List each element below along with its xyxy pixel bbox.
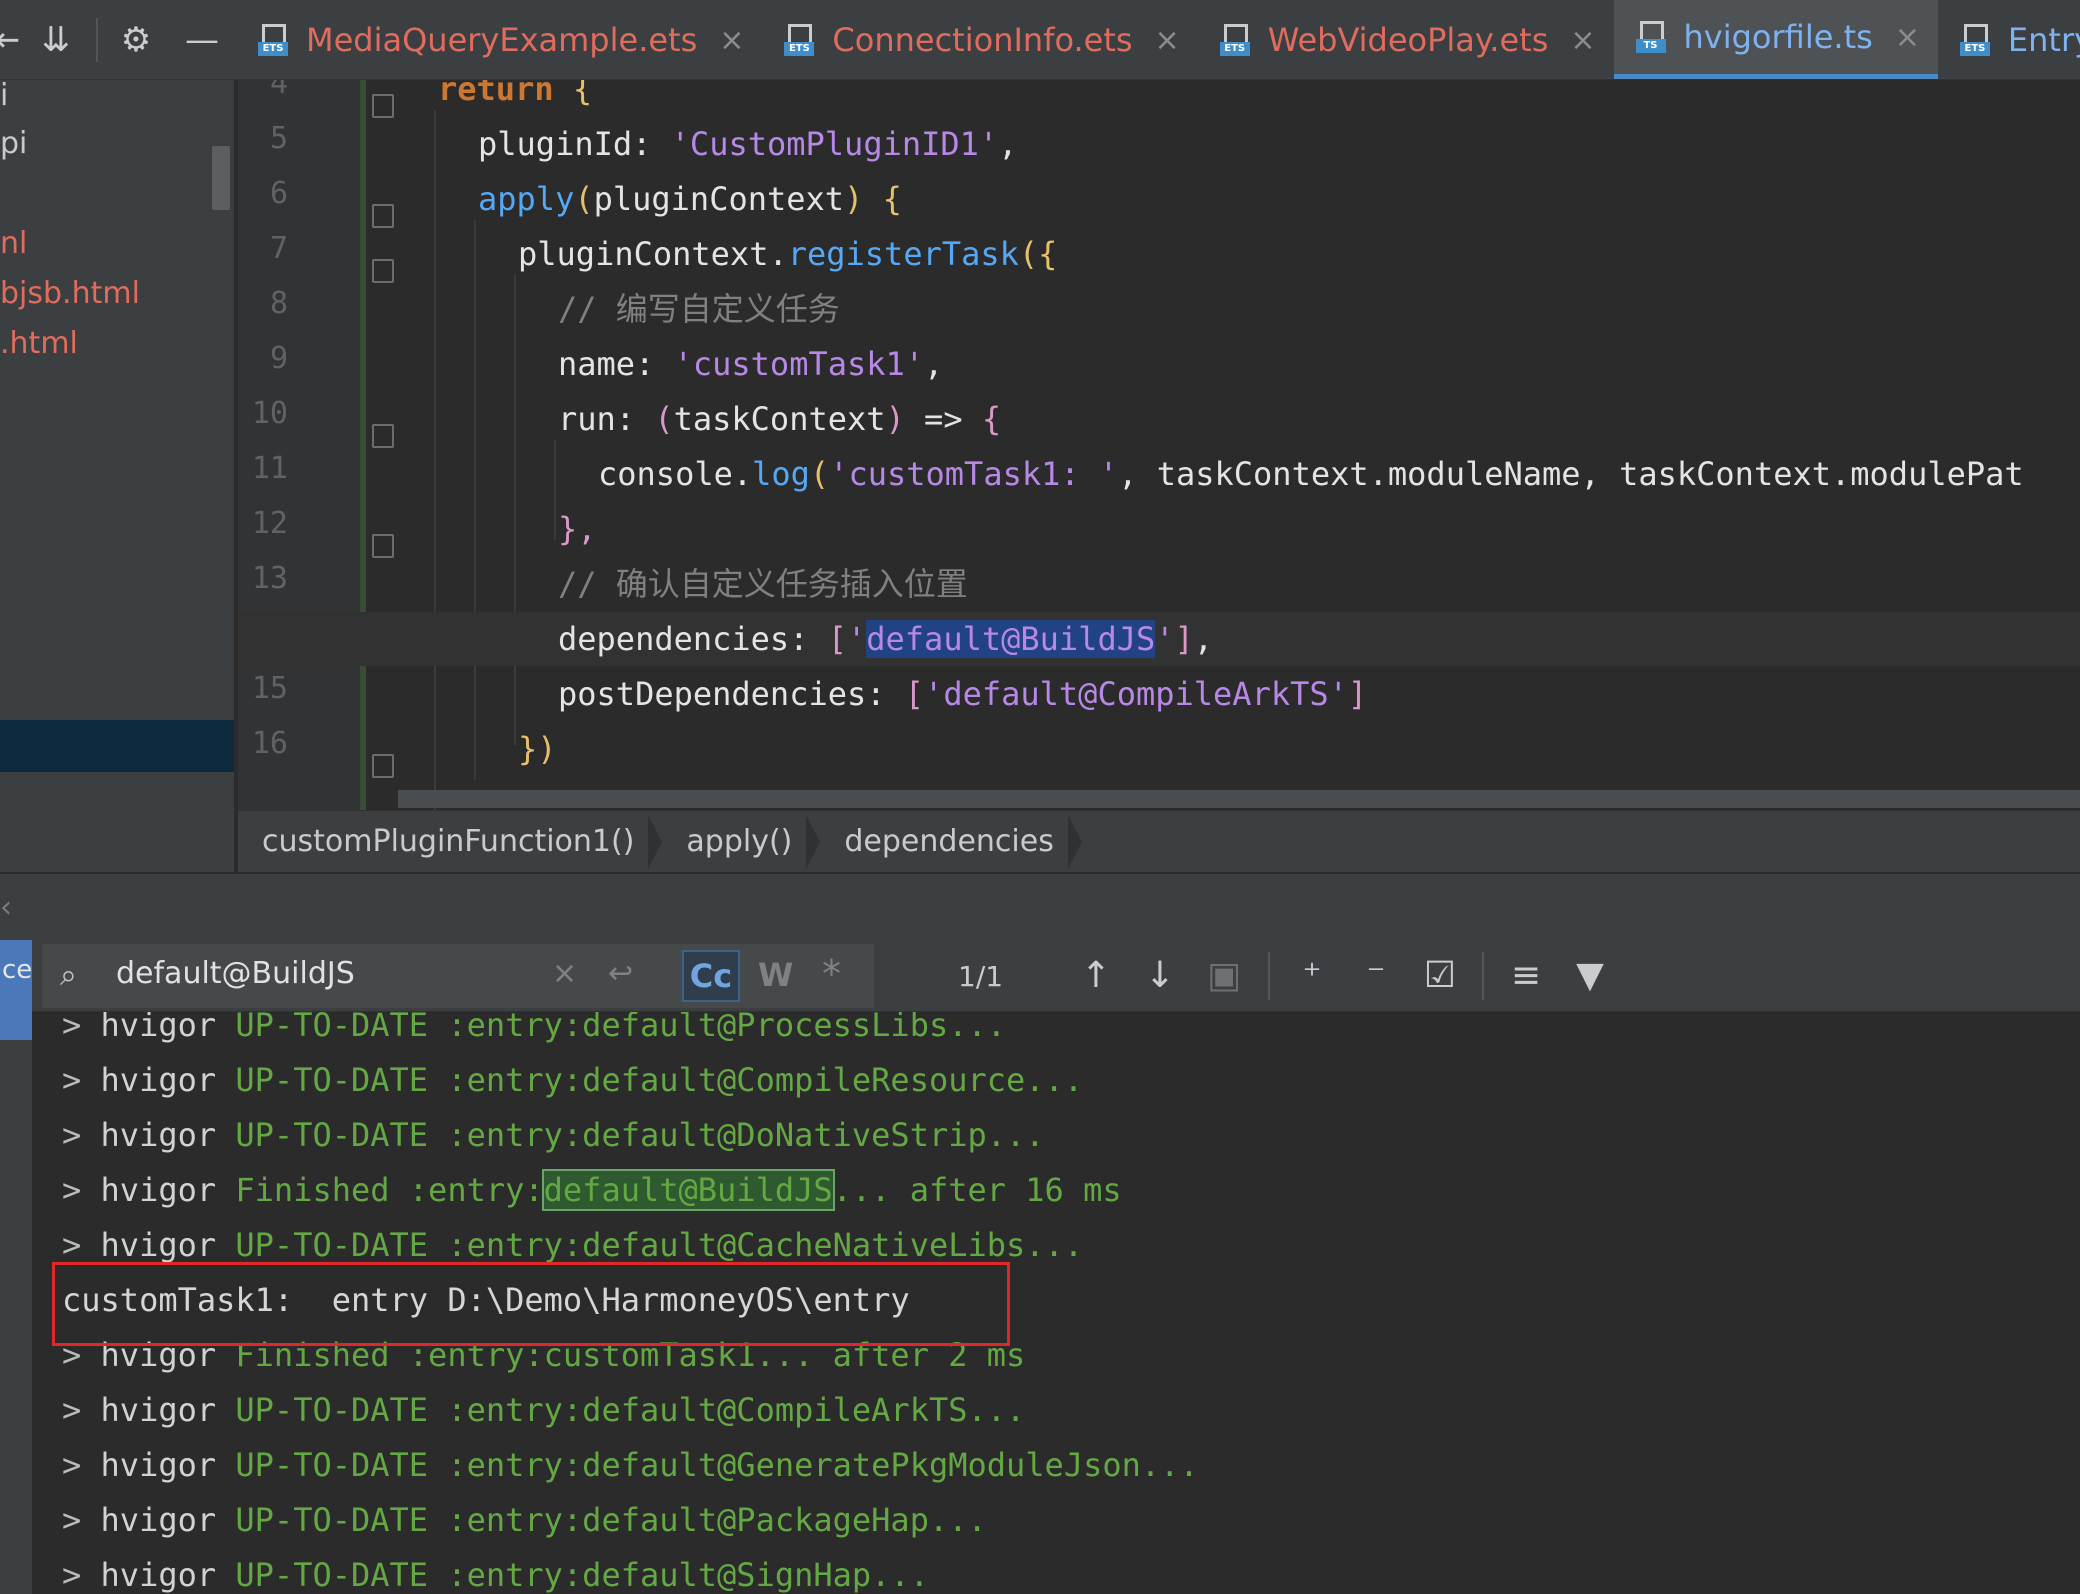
close-icon[interactable]: × <box>1570 23 1595 58</box>
match-case-toggle[interactable]: Cc <box>682 950 740 1002</box>
console-line: > hvigor UP-TO-DATE :entry:default@Compi… <box>62 1391 1026 1429</box>
chevron-left-icon[interactable]: ‹ <box>0 890 12 925</box>
tab-label: MediaQueryExample.ets <box>306 21 698 59</box>
close-icon[interactable]: × <box>1895 20 1920 55</box>
breadcrumb-item[interactable]: dependencies <box>820 811 1083 873</box>
code-line[interactable]: return { <box>238 80 2080 116</box>
console-line: > hvigor UP-TO-DATE :entry:default@Gener… <box>62 1446 1199 1484</box>
console-find-bar: ⌕ default@BuildJS × ↩ Cc W * 1/1 ↑ ↓ ▣ ⁺… <box>32 940 2080 1012</box>
tab-hvigorfile[interactable]: TS hvigorfile.ts × <box>1613 0 1938 79</box>
code-line[interactable]: }) <box>238 722 2080 776</box>
ets-file-icon: ETS <box>784 22 818 58</box>
console-line: > hvigor UP-TO-DATE :entry:default@SignH… <box>62 1556 929 1594</box>
code-line[interactable]: name: 'customTask1', <box>238 337 2080 391</box>
breadcrumb-item[interactable]: apply() <box>662 811 821 873</box>
toolbar-divider <box>1482 952 1484 1000</box>
ets-file-icon: ETS <box>1959 22 1994 58</box>
toolbar-divider <box>96 18 98 62</box>
tab-web-video-play[interactable]: ETS WebVideoPlay.ets × <box>1198 0 1614 79</box>
search-match: default@BuildJS <box>866 620 1156 658</box>
gear-icon[interactable]: ⚙ <box>116 20 156 60</box>
console-line: > hvigor UP-TO-DATE :entry:default@Compi… <box>62 1061 1084 1099</box>
arrow-up-icon[interactable]: ↑ <box>1072 954 1120 998</box>
remove-selection-icon[interactable]: ⁻ <box>1352 954 1400 998</box>
tab-entry-ability[interactable]: ETS EntryAbility.ets <box>1938 0 2080 79</box>
collapse-icon[interactable]: ⇤ <box>0 20 26 60</box>
newline-icon[interactable]: ↩ <box>608 956 633 991</box>
tree-item-selected[interactable] <box>0 720 234 772</box>
tab-label: hvigorfile.ts <box>1683 18 1873 56</box>
filter-icon[interactable]: ▼ <box>1566 954 1614 998</box>
clear-icon[interactable]: × <box>552 956 577 991</box>
search-input[interactable]: ⌕ default@BuildJS × ↩ Cc W * <box>42 944 874 1008</box>
code-line[interactable]: // 编写自定义任务 <box>238 282 2080 336</box>
search-query[interactable]: default@BuildJS <box>116 956 355 991</box>
console-line: > hvigor UP-TO-DATE :entry:default@DoNat… <box>62 1116 1045 1154</box>
open-in-window-icon[interactable]: ▣ <box>1200 954 1248 998</box>
tree-item[interactable]: i <box>0 80 8 113</box>
regex-toggle[interactable]: * <box>822 952 841 996</box>
tab-label: EntryAbility.ets <box>2007 21 2080 59</box>
minimize-icon[interactable]: — <box>182 20 222 60</box>
console-search-match: default@BuildJS <box>541 1169 835 1211</box>
code-line-current[interactable]: dependencies: ['default@BuildJS'], <box>238 612 2080 666</box>
match-count: 1/1 <box>958 960 1004 993</box>
tree-item[interactable]: bjsb.html <box>0 276 140 311</box>
console-line: > hvigor UP-TO-DATE :entry:default@Packa… <box>62 1501 987 1539</box>
whole-words-toggle[interactable]: W <box>758 956 793 994</box>
code-line[interactable]: }, <box>238 502 2080 556</box>
tab-label: WebVideoPlay.ets <box>1267 21 1549 59</box>
filter-lines-icon[interactable]: ≡ <box>1502 954 1550 998</box>
ts-file-icon: TS <box>1635 19 1670 55</box>
tab-label: ConnectionInfo.ets <box>832 21 1133 59</box>
ide-window: ⇤ ⇊ ⚙ — ETS MediaQueryExample.ets × ETS … <box>0 0 2080 1594</box>
tree-item[interactable]: .html <box>0 326 78 361</box>
console-line: > hvigor UP-TO-DATE :entry:default@Proce… <box>62 1012 1007 1044</box>
breadcrumb: customPluginFunction1() apply() dependen… <box>238 810 2080 872</box>
close-icon[interactable]: × <box>719 23 744 58</box>
project-panel: i pi nl bjsb.html .html <box>0 80 236 872</box>
tab-media-query-example[interactable]: ETS MediaQueryExample.ets × <box>236 0 762 79</box>
code-line[interactable]: postDependencies: ['default@CompileArkTS… <box>238 667 2080 721</box>
console-line: > hvigor Finished :entry:default@BuildJS… <box>62 1169 1122 1211</box>
code-line[interactable]: // 确认自定义任务插入位置 <box>238 557 2080 611</box>
tab-connection-info[interactable]: ETS ConnectionInfo.ets × <box>762 0 1197 79</box>
tree-item[interactable]: nl <box>0 226 27 261</box>
code-line[interactable]: console.log('customTask1: ', taskContext… <box>238 447 2080 501</box>
code-line[interactable]: apply(pluginContext) { <box>238 172 2080 226</box>
select-all-occurrences-icon[interactable]: ☑ <box>1416 954 1464 998</box>
run-panel-sidebar: ce <box>0 940 32 1594</box>
editor-tabs: ETS MediaQueryExample.ets × ETS Connecti… <box>236 0 2080 80</box>
project-scrollbar[interactable] <box>212 146 230 210</box>
highlight-annotation-box <box>52 1262 1010 1346</box>
close-icon[interactable]: × <box>1155 23 1180 58</box>
code-line[interactable]: pluginId: 'CustomPluginID1', <box>238 117 2080 171</box>
breadcrumb-item[interactable]: customPluginFunction1() <box>238 811 663 873</box>
tree-item[interactable]: pi <box>0 126 27 161</box>
horizontal-scrollbar[interactable] <box>398 790 2080 808</box>
ets-file-icon: ETS <box>258 22 292 58</box>
ets-file-icon: ETS <box>1219 22 1254 58</box>
code-line[interactable]: run: (taskContext) => { <box>238 392 2080 446</box>
add-selection-icon[interactable]: ⁺ <box>1288 954 1336 998</box>
arrow-down-icon[interactable]: ↓ <box>1136 954 1184 998</box>
run-side-tab[interactable]: ce <box>0 940 32 1040</box>
collapse-all-icon[interactable]: ⇊ <box>36 20 76 60</box>
toolbar-divider <box>1268 952 1270 1000</box>
run-panel-header: ‹ <box>0 872 2080 940</box>
code-editor[interactable]: 4 5 6 7 8 9 10 11 12 13 14 15 16 return … <box>238 80 2080 810</box>
search-icon[interactable]: ⌕ <box>60 958 96 994</box>
project-toolbar: ⇤ ⇊ ⚙ — <box>0 0 236 80</box>
code-line[interactable]: pluginContext.registerTask({ <box>238 227 2080 281</box>
